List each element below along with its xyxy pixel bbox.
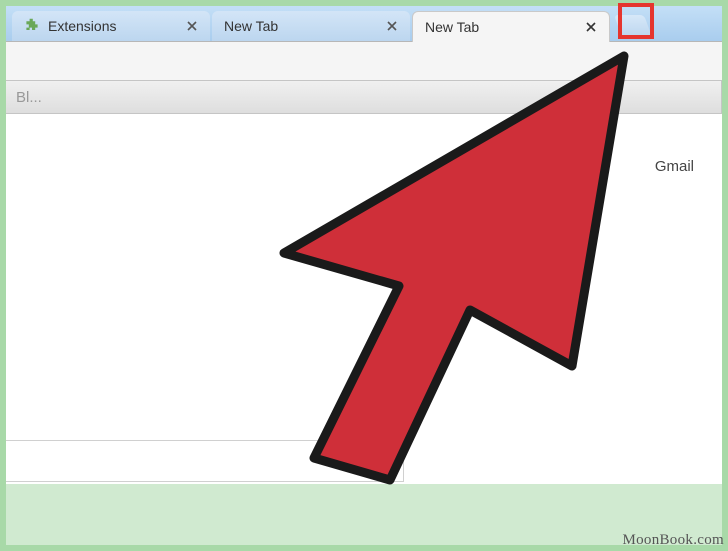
annotation-highlight-box	[618, 3, 654, 39]
close-icon[interactable]	[184, 18, 200, 34]
tab-label: Extensions	[48, 18, 184, 34]
tab-newtab-1[interactable]: New Tab	[212, 11, 410, 41]
tab-label: New Tab	[224, 18, 384, 34]
annotation-cursor-arrow	[204, 48, 644, 493]
gmail-link[interactable]: Gmail	[655, 158, 694, 175]
url-text: Bl...	[16, 89, 42, 106]
tab-newtab-2-active[interactable]: New Tab	[412, 11, 610, 42]
tab-extensions[interactable]: Extensions	[12, 11, 210, 41]
tab-label: New Tab	[425, 19, 583, 35]
tab-strip: Extensions New Tab New Tab	[6, 4, 722, 42]
close-icon[interactable]	[384, 18, 400, 34]
close-icon[interactable]	[583, 19, 599, 35]
extensions-icon	[24, 18, 40, 34]
watermark-text: MoonBook.com	[622, 532, 724, 549]
